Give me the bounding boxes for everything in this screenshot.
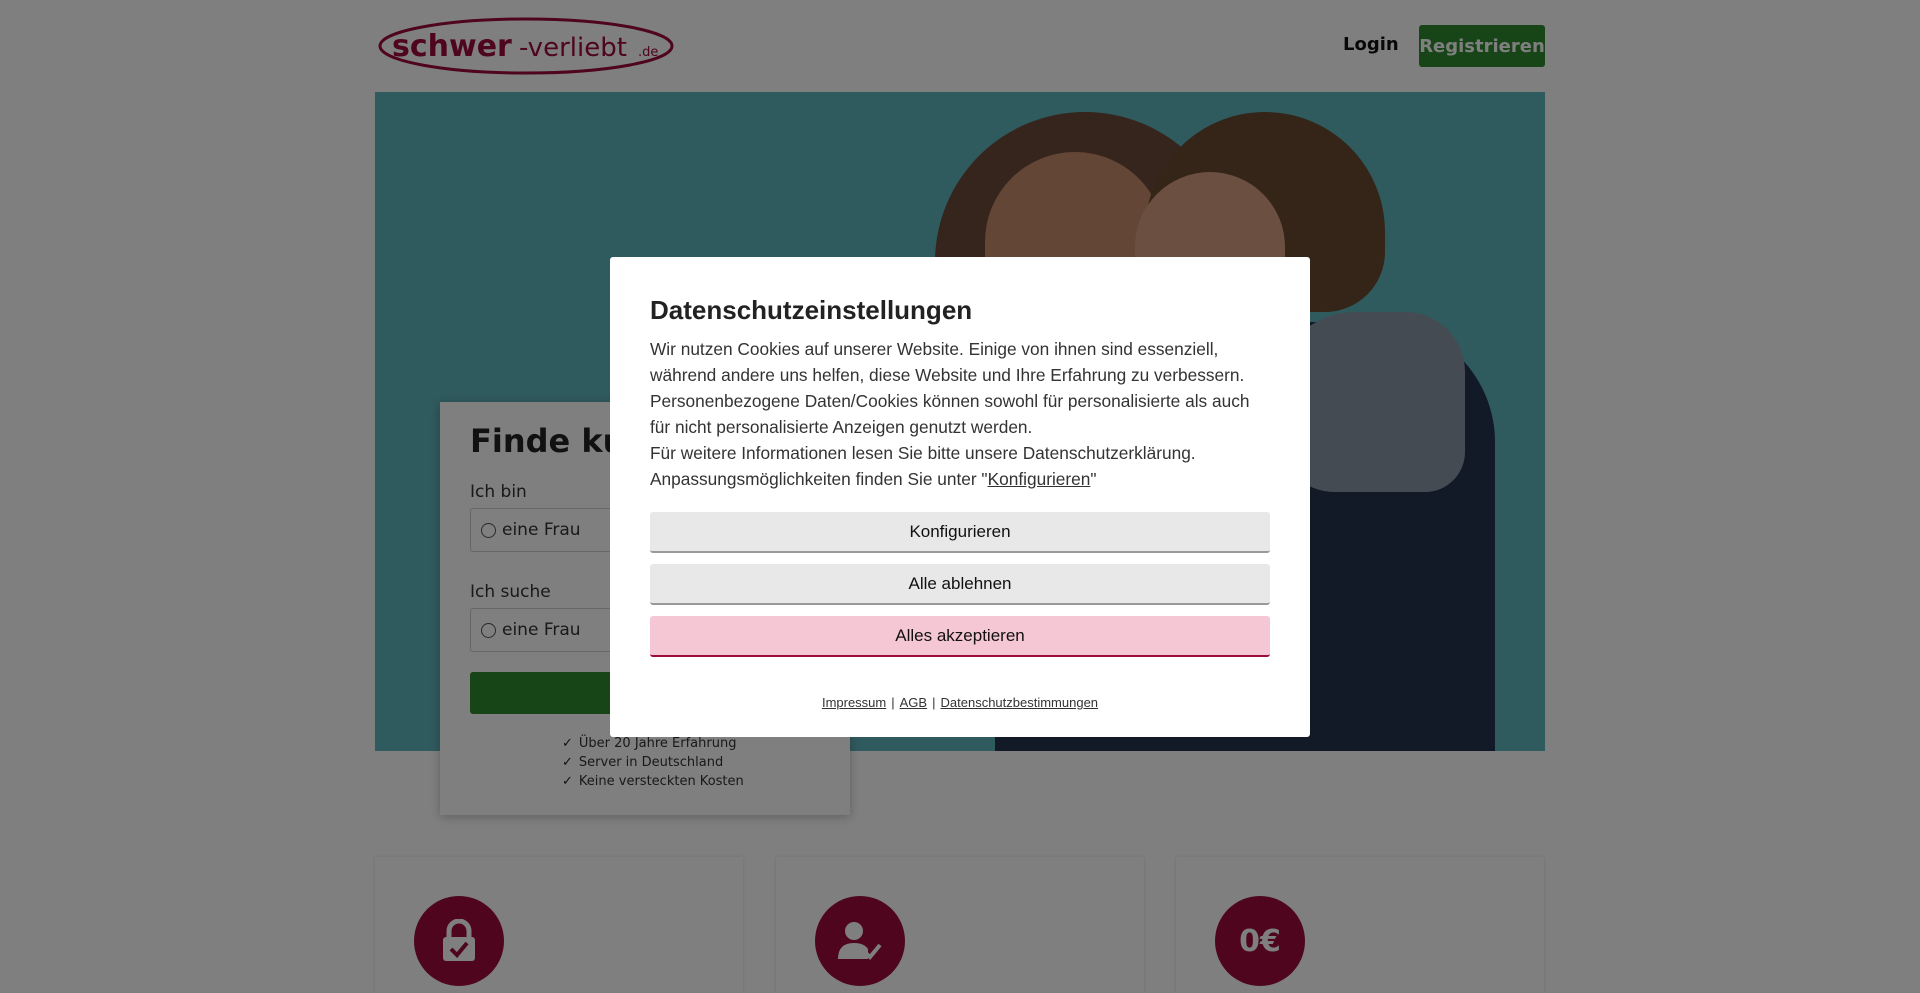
footer-separator: | xyxy=(891,695,895,710)
terms-link[interactable]: AGB xyxy=(900,695,927,710)
accept-all-button[interactable]: Alles akzeptieren xyxy=(650,616,1270,657)
configure-inline-link[interactable]: Konfigurieren xyxy=(988,469,1091,489)
privacy-settings-dialog: Datenschutzeinstellungen Wir nutzen Cook… xyxy=(610,257,1310,737)
reject-all-button[interactable]: Alle ablehnen xyxy=(650,564,1270,605)
footer-separator: | xyxy=(932,695,936,710)
dialog-title: Datenschutzeinstellungen xyxy=(650,295,973,325)
imprint-link[interactable]: Impressum xyxy=(822,695,886,710)
config-prefix: Anpassungsmöglichkeiten finden Sie unter… xyxy=(650,469,988,489)
dialog-paragraph-cookies: Wir nutzen Cookies auf unserer Website. … xyxy=(650,339,1250,437)
dialog-body: Wir nutzen Cookies auf unserer Website. … xyxy=(650,336,1270,492)
dialog-paragraph-info: Für weitere Informationen lesen Sie bitt… xyxy=(650,443,1196,463)
dialog-footer-links: Impressum | AGB | Datenschutzbestimmungen xyxy=(650,695,1270,710)
dialog-paragraph-config: Anpassungsmöglichkeiten finden Sie unter… xyxy=(650,466,1270,492)
privacy-policy-link[interactable]: Datenschutzbestimmungen xyxy=(941,695,1099,710)
configure-button[interactable]: Konfigurieren xyxy=(650,512,1270,553)
config-suffix: " xyxy=(1090,469,1097,489)
